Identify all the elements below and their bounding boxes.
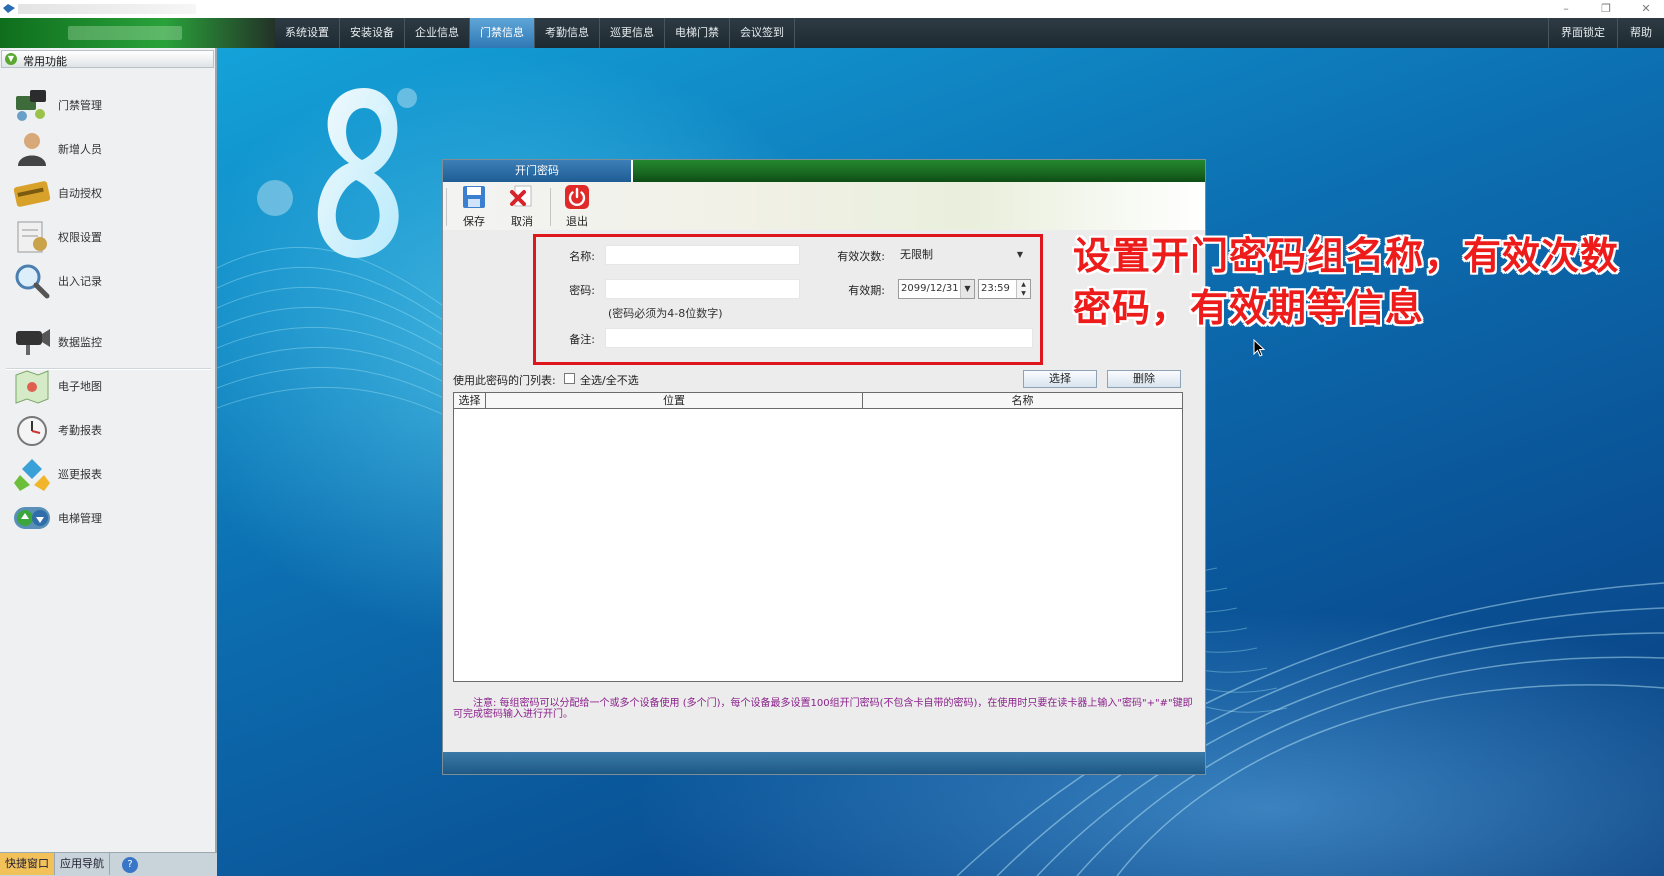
menu-attendance[interactable]: 考勤信息: [535, 18, 600, 48]
exit-label: 退出: [566, 215, 588, 228]
floppy-disk-icon: [463, 186, 485, 208]
annotation-line-1: 设置开门密码组名称，有效次数: [1073, 234, 1620, 278]
brand-area: [0, 18, 275, 48]
cancel-button[interactable]: 取消: [499, 184, 545, 228]
help-button[interactable]: ?: [110, 853, 150, 876]
magnifier-icon: [15, 264, 50, 299]
sidebar-item-label: 新增人员: [58, 143, 102, 156]
blurred-brand-logo: [68, 26, 182, 40]
dialog-tab-title[interactable]: 开门密码: [443, 160, 633, 182]
select-button[interactable]: 选择: [1023, 370, 1097, 388]
sidebar-item-label: 巡更报表: [58, 468, 102, 481]
sidebar-item-label: 电子地图: [58, 380, 102, 393]
left-sidebar: ▼ 常用功能 门禁管理 新增人员 自动授权 权限设置 出入记录 数据监控 电子地…: [0, 48, 217, 876]
map-icon: [15, 370, 49, 404]
sidebar-item-elevator-management[interactable]: 电梯管理: [12, 498, 202, 538]
annotation-line-2: 密码，有效期等信息: [1073, 286, 1425, 330]
window-title-bar: – ❐ ✕: [0, 0, 1664, 18]
menu-system-settings[interactable]: 系统设置: [275, 18, 340, 48]
permission-icon: [17, 221, 47, 253]
menu-elevator[interactable]: 电梯门禁: [665, 18, 730, 48]
usage-note: 注意: 每组密码可以分配给一个或多个设备使用 (多个门)，每个设备最多设置100…: [453, 698, 1193, 720]
tab-quick-window[interactable]: 快捷窗口: [0, 853, 55, 875]
menu-company-info[interactable]: 企业信息: [405, 18, 470, 48]
delete-button[interactable]: 删除: [1107, 370, 1181, 388]
select-all-label: 全选/全不选: [580, 374, 639, 387]
sidebar-item-label: 出入记录: [58, 275, 102, 288]
camera-icon: [16, 329, 50, 355]
menu-patrol[interactable]: 巡更信息: [600, 18, 665, 48]
logo-8-icon: [317, 88, 399, 258]
restore-button[interactable]: ❐: [1594, 1, 1618, 17]
clock-icon: [17, 416, 47, 446]
sidebar-item-label: 数据监控: [58, 336, 102, 349]
sidebar-item-label: 自动授权: [58, 187, 102, 200]
menu-access-control[interactable]: 门禁信息: [470, 18, 535, 48]
menu-meeting-signin[interactable]: 会议签到: [730, 18, 795, 48]
sidebar-header-label: 常用功能: [23, 55, 67, 68]
sidebar-item-access-records[interactable]: 出入记录: [12, 261, 202, 301]
column-header-location[interactable]: 位置: [486, 393, 863, 409]
sidebar-item-data-monitor[interactable]: 数据监控: [12, 322, 202, 362]
patrol-icon: [14, 459, 50, 491]
dialog-title-bar: 开门密码: [443, 160, 1205, 182]
sidebar-item-auto-authorize[interactable]: 自动授权: [12, 173, 202, 213]
close-button[interactable]: ✕: [1634, 1, 1658, 17]
main-menu: 系统设置 安装设备 企业信息 门禁信息 考勤信息 巡更信息 电梯门禁 会议签到: [275, 18, 795, 48]
annotation-text: 设置开门密码组名称，有效次数 密码，有效期等信息: [1073, 230, 1633, 334]
sidebar-item-permission-settings[interactable]: 权限设置: [12, 217, 202, 257]
elevator-icon: [14, 507, 50, 529]
cancel-x-icon: [510, 185, 532, 207]
door-access-icon: [16, 90, 46, 121]
save-label: 保存: [463, 215, 485, 228]
door-list-table: 选择 位置 名称: [453, 392, 1183, 682]
menu-install-device[interactable]: 安装设备: [340, 18, 405, 48]
collapse-toggle-icon[interactable]: ▼: [5, 53, 17, 65]
sidebar-item-label: 考勤报表: [58, 424, 102, 437]
sidebar-item-label: 电梯管理: [58, 512, 102, 525]
sidebar-item-new-person[interactable]: 新增人员: [12, 129, 202, 169]
menu-help[interactable]: 帮助: [1617, 18, 1664, 48]
sidebar-item-door-access[interactable]: 门禁管理: [12, 85, 202, 125]
sidebar-header[interactable]: ▼ 常用功能: [1, 50, 214, 68]
select-all-checkbox[interactable]: [564, 373, 575, 384]
mouse-cursor-icon: [1253, 339, 1265, 357]
help-icon: ?: [122, 856, 138, 873]
dialog-toolbar: 保存 取消 退出: [443, 182, 1205, 230]
sidebar-item-label: 门禁管理: [58, 99, 102, 112]
sidebar-item-label: 权限设置: [58, 231, 102, 244]
exit-button[interactable]: 退出: [554, 184, 600, 228]
menu-bar: 系统设置 安装设备 企业信息 门禁信息 考勤信息 巡更信息 电梯门禁 会议签到 …: [0, 18, 1664, 48]
app-icon: [3, 4, 15, 13]
toolbar-separator: [446, 188, 447, 226]
sidebar-item-patrol-report[interactable]: 巡更报表: [12, 454, 202, 494]
sidebar-item-e-map[interactable]: 电子地图: [12, 366, 202, 406]
menu-lock-interface[interactable]: 界面锁定: [1548, 18, 1617, 48]
tab-app-navigation[interactable]: 应用导航: [55, 853, 110, 875]
column-header-name[interactable]: 名称: [863, 393, 1182, 409]
toolbar-separator: [550, 188, 551, 226]
minimize-button[interactable]: –: [1554, 1, 1578, 17]
table-header: 选择 位置 名称: [454, 393, 1182, 409]
column-header-select[interactable]: 选择: [454, 393, 486, 409]
sidebar-bottom-tabs: 快捷窗口 应用导航 ?: [0, 852, 217, 876]
highlight-box: [533, 234, 1043, 365]
dialog-bottom-bar: [443, 752, 1205, 774]
card-icon: [13, 181, 51, 207]
cancel-label: 取消: [511, 215, 533, 228]
sidebar-item-attendance-report[interactable]: 考勤报表: [12, 410, 202, 450]
right-menu: 界面锁定 帮助: [1548, 18, 1664, 48]
person-icon: [18, 133, 46, 166]
blurred-window-title: [18, 4, 196, 14]
save-button[interactable]: 保存: [451, 184, 497, 228]
door-list-label: 使用此密码的门列表:: [453, 374, 556, 387]
power-icon: [565, 185, 589, 209]
